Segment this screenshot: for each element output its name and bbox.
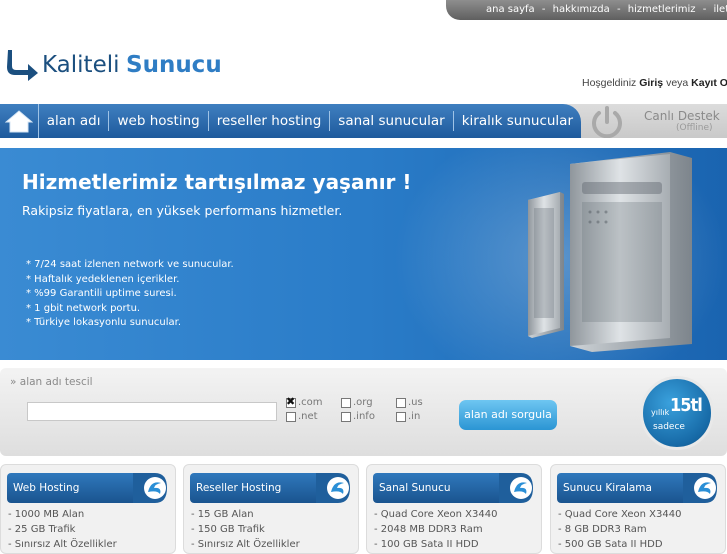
top-link-separator: -	[617, 4, 621, 15]
tld-checkbox-info[interactable]: .info	[341, 411, 375, 422]
checkbox-icon	[341, 398, 351, 408]
product-box-web-hosting: Web Hosting - 1000 MB Alan - 25 GB Trafi…	[0, 464, 176, 554]
tld-checkbox-us[interactable]: .us	[396, 397, 423, 408]
top-link-services[interactable]: hizmetlerimiz	[628, 4, 696, 15]
product-feature: - 150 GB Trafik	[191, 524, 265, 535]
banner-feature: * Türkiye lokasyonlu sunucular.	[26, 316, 234, 331]
register-link[interactable]: Kayıt Ol	[691, 77, 727, 89]
product-feature: - 2048 MB DDR3 Ram	[374, 524, 483, 535]
tld-checkbox-in[interactable]: .in	[396, 411, 420, 422]
tld-checkbox-org[interactable]: .org	[341, 397, 373, 408]
live-support-title[interactable]: Canlı Destek	[644, 109, 720, 123]
product-box-server-rental: Sunucu Kiralama - Quad Core Xeon X3440 -…	[550, 464, 726, 554]
product-box-reseller-hosting: Reseller Hosting - 15 GB Alan - 150 GB T…	[183, 464, 359, 554]
checkbox-icon	[396, 398, 406, 408]
welcome-text: Hoşgeldiniz Giriş veya Kayıt Ol	[582, 77, 727, 89]
top-link-separator: -	[703, 4, 707, 15]
banner-feature-list: * 7/24 saat izlenen network ve sunucular…	[26, 258, 234, 331]
domain-search-label: » alan adı tescil	[10, 376, 93, 388]
product-feature: - Quad Core Xeon X3440	[374, 509, 497, 520]
product-feature: - 8 GB DDR3 Ram	[558, 524, 647, 535]
promo-price: 15tl	[670, 395, 702, 416]
domain-search-button[interactable]: alan adı sorgula	[459, 400, 557, 430]
nav-item-dedicated-servers[interactable]: kiralık sunucular	[454, 111, 581, 131]
top-link-contact[interactable]: iletişim	[714, 4, 727, 15]
promo-price-badge[interactable]: yıllık 15tl sadece	[640, 376, 714, 450]
swirl-logo-icon	[133, 470, 173, 506]
checkbox-checked-icon	[286, 398, 296, 408]
domain-input[interactable]	[27, 402, 277, 421]
live-support-status: (Offline)	[676, 123, 713, 133]
server-towers-image	[520, 152, 710, 352]
login-link[interactable]: Giriş	[639, 77, 663, 89]
power-icon[interactable]	[586, 106, 628, 138]
product-title[interactable]: Sunucu Kiralama	[557, 473, 687, 503]
banner-title: Hizmetlerimiz tartışılmaz yaşanır !	[22, 170, 412, 194]
main-nav: alan adı web hosting reseller hosting sa…	[0, 104, 727, 138]
swirl-logo-icon	[316, 470, 356, 506]
product-feature: - 15 GB Alan	[191, 509, 254, 520]
checkbox-icon	[286, 412, 296, 422]
nav-item-domain[interactable]: alan adı	[39, 111, 110, 131]
logo-arrow-icon	[4, 48, 40, 82]
banner-feature: * %99 Garantili uptime suresi.	[26, 287, 234, 302]
product-feature: - Quad Core Xeon X3440	[558, 509, 681, 520]
logo-text-sunucu: Sunucu	[126, 52, 222, 78]
promo-yearly-label: yıllık	[651, 408, 669, 417]
top-link-separator: -	[542, 4, 546, 15]
checkbox-icon	[396, 412, 406, 422]
tld-checkbox-com[interactable]: .com	[286, 397, 323, 408]
product-feature: - 1000 MB Alan	[8, 509, 84, 520]
welcome-label: Hoşgeldiniz	[582, 77, 636, 89]
nav-menu: alan adı web hosting reseller hosting sa…	[0, 104, 581, 138]
swirl-logo-icon	[499, 470, 539, 506]
product-box-virtual-server: Sanal Sunucu - Quad Core Xeon X3440 - 20…	[366, 464, 542, 554]
top-links-bar: ana sayfa - hakkımızda - hizmetlerimiz -…	[446, 0, 727, 20]
banner-feature: * Haftalık yedeklenen içerikler.	[26, 273, 234, 288]
checkbox-icon	[341, 412, 351, 422]
product-title[interactable]: Reseller Hosting	[190, 473, 320, 503]
product-title[interactable]: Sanal Sunucu	[373, 473, 503, 503]
banner-subtitle: Rakipsiz fiyatlara, en yüksek performans…	[22, 203, 342, 218]
nav-item-web-hosting[interactable]: web hosting	[109, 111, 208, 131]
domain-search-box: » alan adı tescil .com .org .us .net .in…	[0, 368, 727, 456]
banner-feature: * 1 gbit network portu.	[26, 302, 234, 317]
welcome-or: veya	[666, 77, 688, 89]
promo-only-label: sadece	[653, 422, 685, 432]
site-logo[interactable]: Kaliteli Sunucu	[4, 48, 219, 84]
nav-item-virtual-servers[interactable]: sanal sunucular	[330, 111, 453, 131]
swirl-logo-icon	[683, 470, 723, 506]
top-link-home[interactable]: ana sayfa	[486, 4, 535, 15]
tld-checkbox-net[interactable]: .net	[286, 411, 318, 422]
banner-feature: * 7/24 saat izlenen network ve sunucular…	[26, 258, 234, 273]
nav-home-button[interactable]	[0, 104, 39, 138]
logo-text-kaliteli: Kaliteli	[42, 52, 120, 78]
top-link-about[interactable]: hakkımızda	[553, 4, 610, 15]
product-feature: - 25 GB Trafik	[8, 524, 75, 535]
home-icon	[5, 109, 33, 133]
product-title[interactable]: Web Hosting	[7, 473, 137, 503]
hero-banner: Hizmetlerimiz tartışılmaz yaşanır ! Raki…	[0, 148, 727, 360]
nav-item-reseller-hosting[interactable]: reseller hosting	[209, 111, 331, 131]
